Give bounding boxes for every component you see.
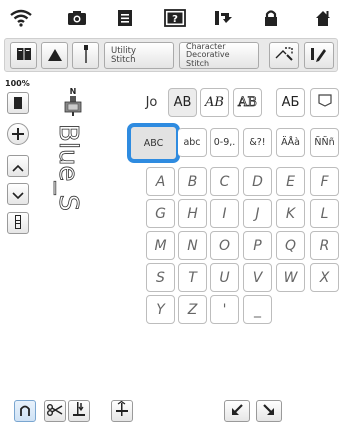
shield-icon [317,94,332,111]
character-decorative-stitch-button[interactable]: Character Decorative Stitch [179,42,259,69]
thread-guide-icon[interactable] [210,6,236,30]
category-key[interactable]: AB [168,88,197,117]
help-icon[interactable]: ? [162,6,188,30]
character-key[interactable]: R [310,231,339,260]
thread-cutter-button[interactable] [44,400,66,422]
set-key-selected[interactable]: ABC [127,123,180,163]
character-key[interactable]: V [243,263,272,292]
svg-text:N: N [70,87,77,96]
character-key[interactable]: U [210,263,239,292]
edit-button[interactable] [269,42,299,69]
set-key[interactable]: ÄÅà [276,128,305,157]
character-key[interactable]: S [146,263,175,292]
vertical-bar-icon [15,214,21,233]
pattern-book-button[interactable] [10,42,37,69]
chevron-up-icon [12,157,24,176]
category-key[interactable]: AB [233,88,262,117]
needle-button[interactable] [72,42,99,69]
character-key[interactable]: ' [210,295,239,324]
character-key[interactable]: I [210,199,239,228]
edit-pattern-icon [274,46,294,66]
character-key[interactable]: T [178,263,207,292]
utility-stitch-button[interactable]: Utility Stitch [104,42,174,69]
character-key[interactable]: P [243,231,272,260]
character-key[interactable]: A [146,167,175,196]
pattern-length-button[interactable] [7,212,29,234]
arrow-down-right-icon [262,402,276,421]
preview-stitch-text: Blue_S [53,124,83,211]
character-key[interactable]: C [210,167,239,196]
book-icon [16,46,32,65]
presser-foot-indicator: N [62,86,84,116]
enlarge-button[interactable] [256,400,282,422]
set-key[interactable]: ÑÑñ [310,128,339,157]
character-key[interactable]: H [178,199,207,228]
lift-icon [18,402,32,421]
character-key[interactable]: Y [146,295,175,324]
character-key[interactable]: M [146,231,175,260]
character-key[interactable]: N [178,231,207,260]
needle-up-down-button[interactable] [111,400,133,422]
pencil-icon [310,46,328,66]
shrink-button[interactable] [224,400,250,422]
triangle-icon [47,46,62,65]
black-square-icon [13,94,23,113]
lock-icon[interactable] [258,6,284,30]
character-key[interactable]: O [210,231,239,260]
needle-up-icon [115,400,129,421]
status-bar: ? [0,0,342,36]
shape-button[interactable] [41,42,68,69]
mode-toolbar: Utility Stitch Character Decorative Stit… [4,38,338,72]
character-key[interactable]: J [243,199,272,228]
pattern-preview: Blue_S [52,120,102,250]
scroll-up-button[interactable] [7,155,29,177]
set-key[interactable]: &?! [243,128,272,157]
set-key[interactable]: abc [178,128,207,157]
character-key[interactable]: K [276,199,305,228]
frame-category-key[interactable] [310,88,339,117]
wifi-icon[interactable] [8,6,34,30]
needle-down-icon [72,401,86,421]
character-key[interactable]: L [310,199,339,228]
stop-position-button[interactable] [7,92,29,114]
presser-foot-lift-button[interactable] [14,400,36,422]
set-key[interactable]: 0-9,. [210,128,239,157]
zoom-level: 100% [5,79,30,88]
arrow-down-left-icon [230,402,244,421]
character-key[interactable]: W [276,263,305,292]
chevron-down-icon [12,185,24,204]
needle-icon [81,44,91,67]
pencil-edit-button[interactable] [304,42,334,69]
document-icon[interactable] [112,6,138,30]
character-key[interactable]: X [310,263,339,292]
character-key[interactable]: E [276,167,305,196]
character-key[interactable]: Q [276,231,305,260]
character-key[interactable]: B [178,167,207,196]
needle-position-button[interactable] [68,400,90,422]
camera-icon[interactable] [64,6,90,30]
character-key[interactable]: D [243,167,272,196]
svg-text:?: ? [172,14,178,25]
category-key[interactable]: Jo [137,88,166,117]
category-key[interactable]: AB [200,88,229,117]
scissors-icon [47,402,63,421]
category-key[interactable]: АБ [276,88,305,117]
character-key[interactable]: _ [243,295,272,324]
zoom-in-button[interactable] [7,123,29,145]
plus-icon [12,125,24,144]
scroll-down-button[interactable] [7,183,29,205]
character-key[interactable]: F [310,167,339,196]
home-icon[interactable] [310,6,336,30]
character-key[interactable]: G [146,199,175,228]
character-key[interactable]: Z [178,295,207,324]
